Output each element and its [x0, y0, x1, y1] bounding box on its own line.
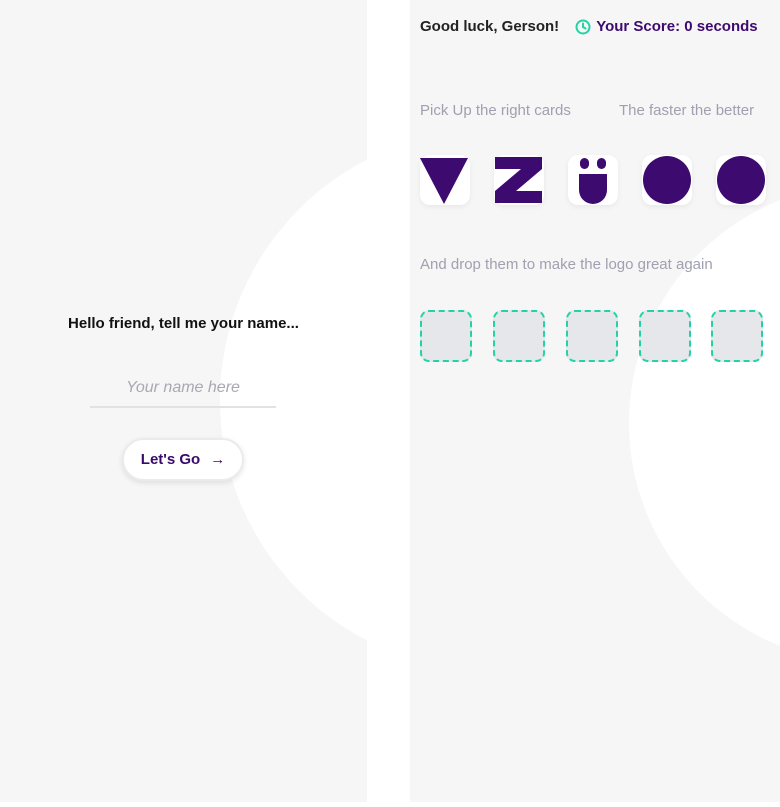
drop-slot[interactable] — [711, 310, 763, 362]
drop-slot[interactable] — [639, 310, 691, 362]
name-input[interactable] — [90, 370, 276, 408]
arrow-right-icon: → — [210, 451, 226, 468]
hint-pick-cards: Pick Up the right cards — [420, 102, 571, 119]
game-header: Good luck, Gerson! Your Score: 0 seconds — [420, 18, 780, 35]
score-text: Your Score: 0 seconds — [596, 18, 758, 35]
name-prompt: Hello friend, tell me your name... — [68, 315, 299, 332]
score-display: Your Score: 0 seconds — [575, 18, 758, 35]
clock-icon — [575, 19, 591, 34]
game-panel: Good luck, Gerson! Your Score: 0 seconds… — [410, 0, 780, 802]
z-card-icon — [495, 157, 542, 203]
card-triangle[interactable] — [420, 155, 470, 205]
u-umlaut-card-icon — [579, 158, 607, 204]
greeting-text: Good luck, Gerson! — [420, 18, 560, 35]
lets-go-button[interactable]: Let's Go → — [122, 438, 244, 481]
hint-faster: The faster the better — [619, 102, 755, 119]
card-circle[interactable] — [716, 155, 766, 205]
background-circle — [629, 183, 780, 663]
lets-go-label: Let's Go — [140, 451, 201, 468]
circle-card-icon — [717, 156, 765, 204]
circle-card-icon — [643, 156, 691, 204]
card-z[interactable] — [494, 155, 544, 205]
card-u-umlaut[interactable] — [568, 155, 618, 205]
hint-drop-cards: And drop them to make the logo great aga… — [420, 256, 713, 273]
name-panel: Hello friend, tell me your name... Let's… — [0, 0, 367, 802]
drop-slot[interactable] — [420, 310, 472, 362]
triangle-card-icon — [420, 158, 468, 204]
card-circle[interactable] — [642, 155, 692, 205]
drop-slot[interactable] — [493, 310, 545, 362]
drop-slot[interactable] — [566, 310, 618, 362]
